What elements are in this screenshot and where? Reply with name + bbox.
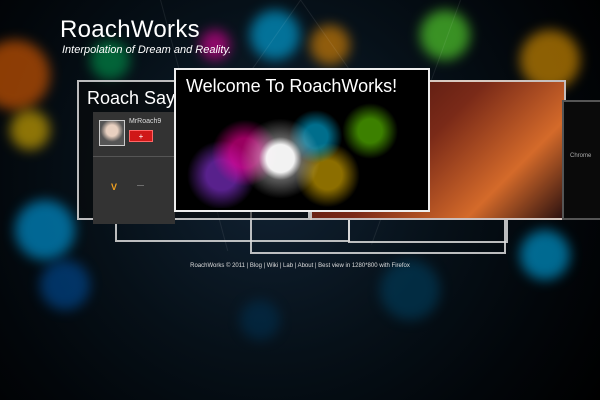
welcome-title: Welcome To RoachWorks!	[186, 76, 398, 96]
roach-says-panel: MrRoach9 + V —	[93, 112, 175, 224]
divider	[93, 156, 175, 157]
v-icon[interactable]: V	[111, 182, 117, 192]
welcome-image	[186, 98, 422, 208]
chrome-label-right: Chrome	[570, 153, 592, 159]
site-tagline: Interpolation of Dream and Reality.	[62, 44, 232, 56]
welcome-card[interactable]: Welcome To RoachWorks!	[174, 68, 430, 212]
avatar[interactable]	[99, 120, 125, 146]
roach-says-title: Roach Say	[87, 88, 176, 108]
right-edge-card[interactable]: Chrome	[562, 100, 600, 220]
site-title[interactable]: RoachWorks	[60, 16, 200, 44]
footer-text: RoachWorks © 2011 | Blog | Wiki | Lab | …	[190, 263, 410, 269]
dash-text: —	[137, 182, 144, 189]
add-button[interactable]: +	[129, 130, 153, 142]
username[interactable]: MrRoach9	[129, 118, 161, 125]
